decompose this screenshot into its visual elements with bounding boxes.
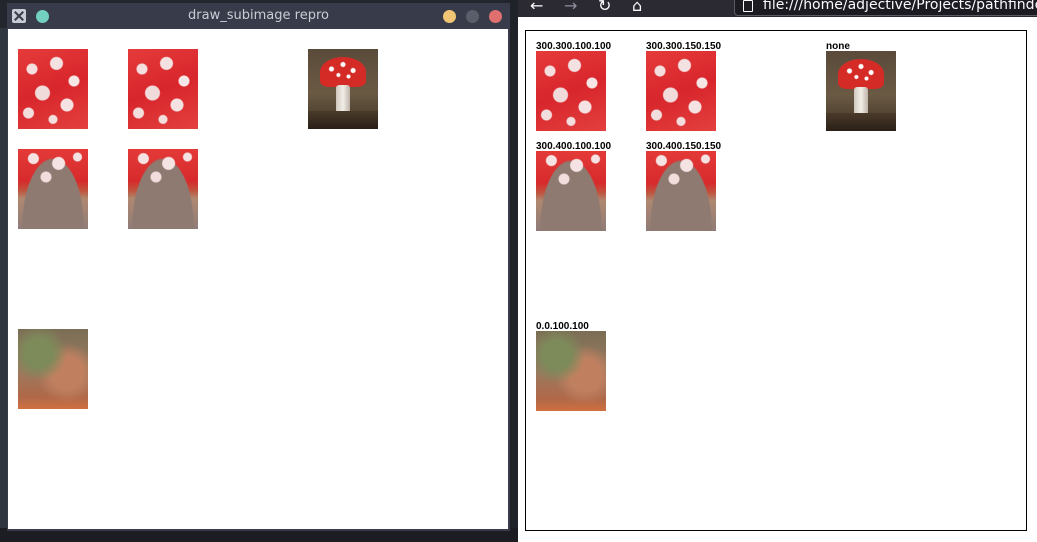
minimize-button[interactable]: [443, 10, 456, 23]
browser-toolbar: ← → ↻ ⌂ file:///home/adjective/Projects/…: [518, 0, 1037, 17]
close-button[interactable]: [489, 10, 502, 23]
url-text: file:///home/adjective/Projects/pathfind…: [763, 0, 1037, 13]
home-icon[interactable]: ⌂: [632, 0, 642, 16]
subimage-tile: [536, 331, 606, 411]
back-arrow-icon[interactable]: ←: [530, 0, 543, 16]
tile-label: 300.300.100.100: [536, 41, 612, 52]
subimage-tile: [18, 149, 88, 229]
tile-label: none: [826, 41, 850, 52]
subimage-tile: [128, 49, 198, 129]
mushroom-cap: [838, 59, 884, 89]
subimage-tile: [128, 149, 198, 229]
subimage-tile: [18, 49, 88, 129]
ground: [826, 113, 896, 131]
maximize-button[interactable]: [466, 10, 479, 23]
subimage-tile: [536, 51, 606, 131]
window-titlebar[interactable]: draw_subimage repro: [7, 3, 510, 29]
browser-window: ← → ↻ ⌂ file:///home/adjective/Projects/…: [518, 0, 1037, 542]
forward-arrow-icon[interactable]: →: [564, 0, 577, 16]
tile-label: 300.400.150.150: [646, 141, 722, 152]
subimage-tile: [646, 151, 716, 231]
window-title: draw_subimage repro: [188, 8, 329, 23]
window-canvas: [8, 29, 508, 529]
mushroom-image: [308, 49, 378, 129]
tile-label: 300.400.100.100: [536, 141, 612, 152]
page-canvas: 300.300.100.100 300.300.150.150 none 300…: [525, 30, 1027, 531]
draw-subimage-window: draw_subimage repro: [7, 3, 510, 531]
reload-icon[interactable]: ↻: [598, 0, 611, 16]
subimage-tile: [18, 329, 88, 409]
subimage-tile: [536, 151, 606, 231]
url-bar[interactable]: file:///home/adjective/Projects/pathfind…: [734, 0, 1037, 16]
mushroom-image: [826, 51, 896, 131]
subimage-tile: [646, 51, 716, 131]
page-icon: [743, 0, 753, 12]
tile-label: 300.300.150.150: [646, 41, 722, 52]
tile-label: 0.0.100.100: [536, 321, 589, 332]
ground: [308, 111, 378, 129]
mushroom-cap: [320, 57, 366, 87]
